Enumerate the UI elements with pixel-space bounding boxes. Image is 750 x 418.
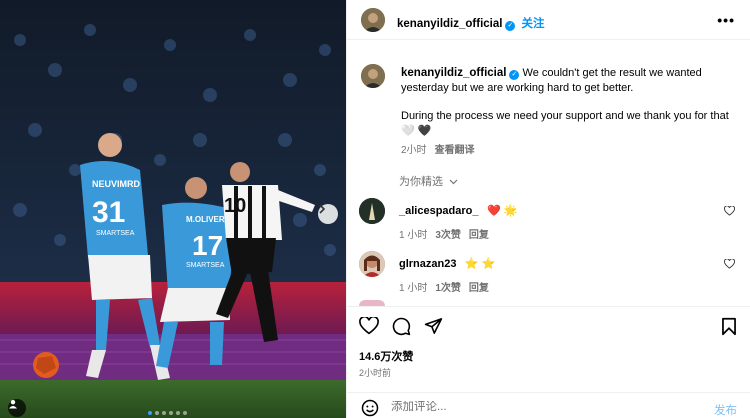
caption-meta: 2小时 查看翻译 <box>401 144 741 159</box>
tagged-users-button[interactable] <box>8 399 26 417</box>
caption-avatar[interactable] <box>361 64 385 88</box>
post-comment-button[interactable]: 发布 <box>714 402 737 418</box>
carousel-dots <box>148 411 187 415</box>
person-icon <box>9 400 17 409</box>
author-username[interactable]: kenanyildiz_official <box>397 18 502 30</box>
football <box>33 352 59 378</box>
comment-bubble-icon[interactable] <box>392 317 411 336</box>
comment-text: ❤️ 🌟 <box>486 205 518 217</box>
caption-username[interactable]: kenanyildiz_official <box>401 67 506 79</box>
sort-comments-dropdown[interactable]: 为你精选 <box>399 173 458 189</box>
comment-time: 1 小时 <box>399 230 428 241</box>
chevron-down-icon <box>449 179 458 185</box>
header-line: kenanyildiz_official ✓ 关注 <box>397 14 544 32</box>
carousel-dot <box>162 411 166 415</box>
comment-time: 1 小时 <box>399 283 428 294</box>
post-header: kenanyildiz_official ✓ 关注 ••• <box>347 0 750 40</box>
comment-reply[interactable]: 回复 <box>469 230 489 241</box>
carousel-dot <box>148 411 152 415</box>
follow-button[interactable]: 关注 <box>521 18 544 30</box>
like-heart-icon[interactable] <box>359 317 379 335</box>
carousel-dot <box>155 411 159 415</box>
more-options-icon[interactable]: ••• <box>717 12 735 28</box>
comment-meta: 1 小时 1次赞 回复 <box>399 279 497 294</box>
carousel-next-button[interactable] <box>318 204 338 224</box>
carousel-dot <box>183 411 187 415</box>
verified-badge-icon: ✓ <box>509 70 520 80</box>
comment-input[interactable] <box>391 401 651 413</box>
emoji-icon[interactable] <box>361 399 379 417</box>
caption-text-2: During the process we need your support … <box>401 110 729 137</box>
like-comment-heart-icon[interactable] <box>724 259 735 269</box>
comment-reply[interactable]: 回复 <box>469 283 489 294</box>
comment-body: glrnazan23 ⭐ ⭐ 1 小时 1次赞 回复 <box>399 254 497 294</box>
sort-label: 为你精选 <box>399 176 443 188</box>
comment-username[interactable]: _alicespadaro_ <box>399 205 479 217</box>
post-actions: 14.6万次赞 2小时前 <box>347 306 750 386</box>
comment-username[interactable]: glrnazan23 <box>399 258 456 270</box>
comment-body: _alicespadaro_ ❤️ 🌟 1 小时 3次赞 回复 <box>399 201 517 241</box>
svg-text:SMARTSEA: SMARTSEA <box>186 262 225 269</box>
share-paper-plane-icon[interactable] <box>424 317 443 335</box>
match-photo: NEUVIMRD 31 SMARTSEA M.OLIVERA 17 SMARTS… <box>0 0 346 418</box>
likes-count[interactable]: 14.6万次赞 <box>359 348 413 364</box>
comment-composer: 发布 <box>347 392 750 418</box>
caption-time: 2小时 <box>401 145 427 156</box>
post-age: 2小时前 <box>359 368 392 378</box>
save-bookmark-icon[interactable] <box>721 317 737 336</box>
svg-text:17: 17 <box>192 230 223 261</box>
comment-meta: 1 小时 3次赞 回复 <box>399 226 517 241</box>
like-comment-heart-icon[interactable] <box>724 206 735 216</box>
post-caption: kenanyildiz_official ✓ We couldn't get th… <box>401 66 741 159</box>
comment-likes[interactable]: 1次赞 <box>435 283 461 294</box>
chevron-right-icon <box>319 204 326 214</box>
commenter-avatar[interactable] <box>359 251 385 277</box>
svg-text:31: 31 <box>92 196 125 229</box>
carousel-dot <box>176 411 180 415</box>
author-avatar[interactable] <box>361 8 385 32</box>
post-media[interactable]: NEUVIMRD 31 SMARTSEA M.OLIVERA 17 SMARTS… <box>0 0 346 418</box>
carousel-dot <box>169 411 173 415</box>
comment-text: ⭐ ⭐ <box>464 258 496 270</box>
commenter-avatar[interactable] <box>359 198 385 224</box>
translate-link[interactable]: 查看翻译 <box>435 145 475 156</box>
svg-text:10: 10 <box>224 195 246 217</box>
svg-text:SMARTSEA: SMARTSEA <box>96 230 135 237</box>
verified-badge-icon: ✓ <box>505 21 516 31</box>
comment-likes[interactable]: 3次赞 <box>435 230 461 241</box>
svg-text:NEUVIMRD: NEUVIMRD <box>92 179 141 189</box>
post-panel: kenanyildiz_official ✓ 关注 ••• kenanyildiz_… <box>346 0 750 418</box>
